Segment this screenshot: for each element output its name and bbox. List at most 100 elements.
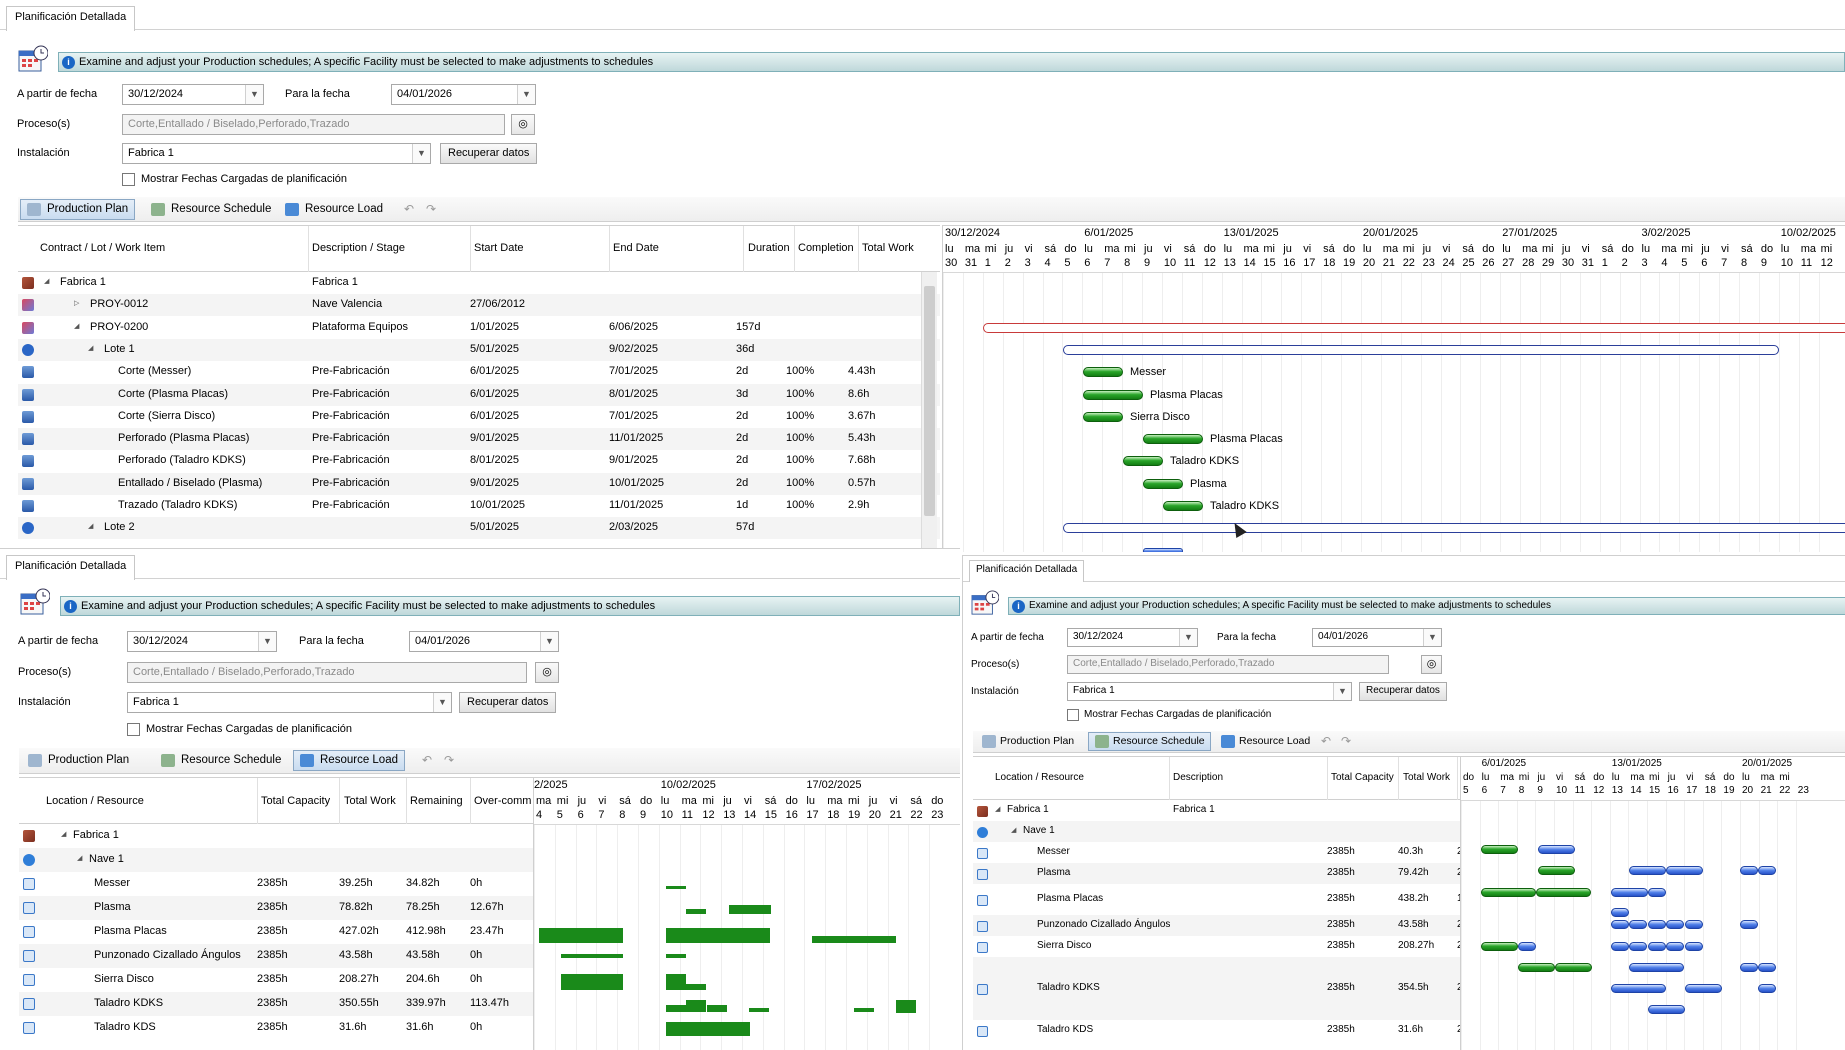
schedule-bar[interactable] xyxy=(1555,963,1592,972)
column-header[interactable]: Total Capacity xyxy=(1331,772,1394,783)
schedule-bar-blue[interactable] xyxy=(1758,866,1776,875)
tab-resource-load[interactable]: Resource Load xyxy=(278,199,390,220)
table-row[interactable]: ◢ Fabrica 1 xyxy=(19,824,533,848)
show-dates-checkbox[interactable] xyxy=(127,723,140,736)
expand-toggle-icon[interactable]: ◢ xyxy=(44,277,49,285)
table-row[interactable]: Plasma 2385h 78.82h 78.25h 12.67h xyxy=(19,896,533,920)
column-header[interactable]: Remaining xyxy=(410,795,463,807)
tab-production-plan[interactable]: Production Plan xyxy=(21,750,136,771)
expand-toggle-icon[interactable]: ◢ xyxy=(1011,826,1016,834)
table-row[interactable]: Plasma2385h79.42h2305.58h xyxy=(973,863,1460,884)
column-separator[interactable] xyxy=(609,226,610,272)
retrieve-data-button[interactable]: Recuperar datos xyxy=(1359,682,1447,701)
undo-icon[interactable]: ↶ xyxy=(1321,735,1335,748)
schedule-bar[interactable] xyxy=(1481,942,1518,951)
tab-resource-schedule[interactable]: Resource Schedule xyxy=(1088,732,1211,751)
retrieve-data-button[interactable]: Recuperar datos xyxy=(459,692,557,713)
table-row[interactable]: Punzonado Cizallado Ángulos 2385h 43.58h 43… xyxy=(19,944,533,968)
retrieve-data-button[interactable]: Recuperar datos xyxy=(440,143,538,164)
process-field[interactable]: Corte,Entallado / Biselado,Perforado,Tra… xyxy=(122,114,505,135)
redo-icon[interactable]: ↷ xyxy=(1341,735,1355,748)
load-bar[interactable] xyxy=(707,1005,727,1012)
table-row[interactable]: Perforado (Plasma Placas) Pre-Fabricación… xyxy=(18,428,940,451)
table-row[interactable]: Messer2385h40.3h2344.7h xyxy=(973,842,1460,863)
process-picker-button[interactable]: ◎ xyxy=(511,114,535,135)
column-separator[interactable] xyxy=(1457,757,1458,800)
schedule-bar-blue[interactable] xyxy=(1611,920,1629,929)
chevron-down-icon[interactable]: ▼ xyxy=(258,632,276,651)
load-bar[interactable] xyxy=(686,1000,706,1012)
tab-resource-load[interactable]: Resource Load xyxy=(293,750,405,771)
table-row[interactable]: Corte (Sierra Disco) Pre-Fabricación 6/01/… xyxy=(18,406,940,428)
partial-bar[interactable] xyxy=(1143,548,1183,552)
plan-vertical-scrollbar[interactable] xyxy=(921,272,937,552)
schedule-bar-blue[interactable] xyxy=(1685,942,1703,951)
load-bar[interactable] xyxy=(896,1000,916,1013)
tab-production-plan[interactable]: Production Plan xyxy=(975,732,1080,751)
undo-icon[interactable]: ↶ xyxy=(422,754,436,767)
redo-icon[interactable]: ↷ xyxy=(426,203,440,216)
load-bar[interactable] xyxy=(729,905,771,914)
to-date-picker[interactable]: 04/01/2026 ▼ xyxy=(1312,628,1442,647)
task-bar[interactable] xyxy=(1163,501,1203,511)
column-header[interactable]: Description xyxy=(1173,772,1223,783)
column-header[interactable]: Duration xyxy=(748,242,790,254)
scrollbar-thumb[interactable] xyxy=(924,286,935,516)
chevron-down-icon[interactable]: ▼ xyxy=(412,144,430,163)
table-row[interactable]: ◢ Lote 2 5/01/2025 2/03/2025 57d xyxy=(18,517,940,540)
load-bar[interactable] xyxy=(666,886,686,889)
process-field[interactable]: Corte,Entallado / Biselado,Perforado,Tra… xyxy=(1067,655,1389,674)
load-bar[interactable] xyxy=(686,909,706,914)
schedule-bar-blue[interactable] xyxy=(1758,963,1776,972)
table-row[interactable]: Messer 2385h 39.25h 34.82h 0h xyxy=(19,872,533,896)
schedule-bar-blue[interactable] xyxy=(1629,942,1647,951)
doc-tab[interactable]: Planificación Detallada xyxy=(6,6,136,31)
table-row[interactable]: Perforado (Taladro KDKS) Pre-Fabricación 8… xyxy=(18,450,940,472)
expand-toggle-icon[interactable]: ◢ xyxy=(995,805,1000,813)
table-row[interactable]: Plasma Placas2385h438.2h1946.8h xyxy=(973,884,1460,915)
schedule-bar[interactable] xyxy=(1538,866,1575,875)
column-separator[interactable] xyxy=(470,226,471,272)
load-bar[interactable] xyxy=(539,928,623,943)
load-bar[interactable] xyxy=(561,974,623,990)
table-row[interactable]: Corte (Plasma Placas) Pre-Fabricación 6/01… xyxy=(18,383,940,406)
column-header[interactable]: Total Capacity xyxy=(261,795,330,807)
column-header[interactable]: Total Work xyxy=(1403,772,1450,783)
load-bar[interactable] xyxy=(666,1005,686,1012)
column-separator[interactable] xyxy=(470,778,471,824)
schedule-bar-blue[interactable] xyxy=(1518,942,1536,951)
show-dates-checkbox[interactable] xyxy=(122,173,135,186)
expand-toggle-icon[interactable]: ◢ xyxy=(74,322,79,330)
table-row[interactable]: Taladro KDKS2385h354.5h2030.5h xyxy=(973,957,1460,1020)
table-row[interactable]: ▷ PROY-0012 Nave Valencia 27/06/2012 xyxy=(18,294,940,317)
schedule-bar-blue[interactable] xyxy=(1648,942,1666,951)
load-bar[interactable] xyxy=(666,974,686,990)
load-bar[interactable] xyxy=(812,936,896,943)
schedule-bar[interactable] xyxy=(1481,845,1518,854)
lot-summary-bar[interactable] xyxy=(1063,344,1779,355)
table-row[interactable]: Corte (Messer) Pre-Fabricación 6/01/2025 7/… xyxy=(18,361,940,383)
tab-resource-schedule[interactable]: Resource Schedule xyxy=(154,750,288,771)
schedule-bar-blue[interactable] xyxy=(1648,920,1666,929)
schedule-bar-blue[interactable] xyxy=(1648,1005,1685,1014)
schedule-bar-blue[interactable] xyxy=(1648,888,1666,897)
load-bar[interactable] xyxy=(686,984,706,990)
undo-icon[interactable]: ↶ xyxy=(404,203,418,216)
schedule-bar-blue[interactable] xyxy=(1629,920,1647,929)
expand-toggle-icon[interactable]: ◢ xyxy=(88,344,93,352)
column-separator[interactable] xyxy=(794,226,795,272)
chevron-down-icon[interactable]: ▼ xyxy=(1179,629,1197,646)
schedule-bar-blue[interactable] xyxy=(1758,984,1776,993)
process-field[interactable]: Corte,Entallado / Biselado,Perforado,Tra… xyxy=(127,662,527,683)
task-bar[interactable] xyxy=(1083,367,1123,378)
load-bar[interactable] xyxy=(854,1008,874,1012)
column-header[interactable]: Total Work xyxy=(344,795,396,807)
expand-toggle-icon[interactable]: ◢ xyxy=(88,522,93,530)
schedule-bar-blue[interactable] xyxy=(1611,888,1648,897)
tab-production-plan[interactable]: Production Plan xyxy=(20,199,136,220)
column-header[interactable]: Location / Resource xyxy=(995,772,1084,783)
column-separator[interactable] xyxy=(1169,757,1170,800)
schedule-bar-blue[interactable] xyxy=(1685,984,1722,993)
expand-toggle-icon[interactable]: ◢ xyxy=(77,854,82,862)
schedule-bar-blue[interactable] xyxy=(1611,908,1629,917)
